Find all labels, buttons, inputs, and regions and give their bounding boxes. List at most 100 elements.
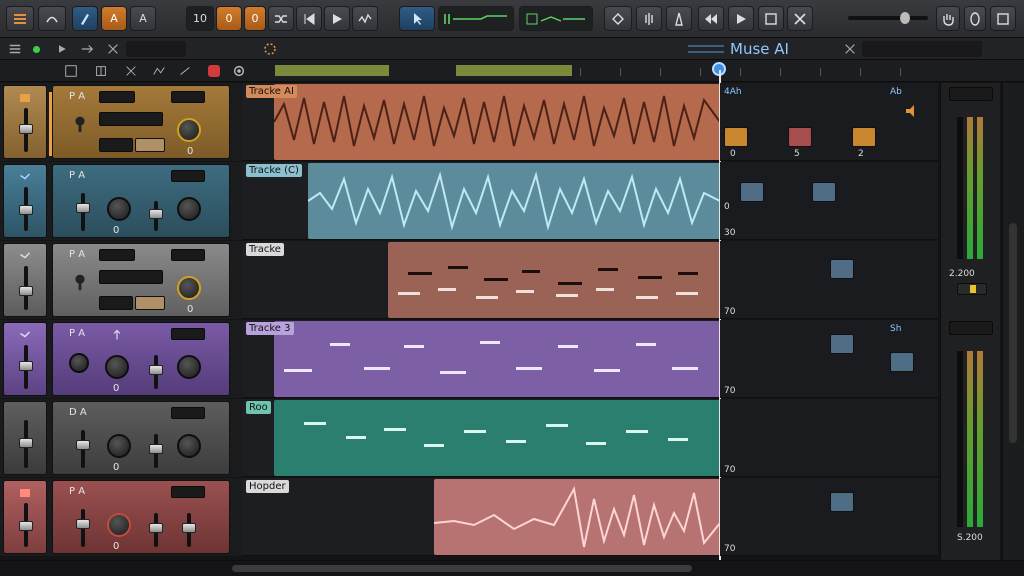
split-icon[interactable] — [106, 42, 120, 56]
lcd-toggle-button[interactable] — [964, 6, 986, 31]
pan-knob-1[interactable] — [177, 118, 201, 142]
plugin-tag-3[interactable]: P A — [69, 249, 85, 260]
pan-knob-4[interactable] — [177, 355, 201, 379]
pan-knob-2[interactable] — [177, 197, 201, 221]
arrows-icon[interactable] — [80, 42, 94, 56]
master-volume-slider[interactable] — [848, 12, 928, 24]
preset-display-6[interactable] — [171, 486, 205, 498]
bottom-scroll-thumb[interactable] — [232, 565, 692, 572]
volume-fader-cap-6[interactable] — [19, 521, 33, 531]
track-header-5[interactable]: D A 0 — [0, 399, 242, 477]
eq-icon[interactable] — [152, 64, 166, 78]
grid-icon[interactable] — [64, 64, 78, 78]
track-icon[interactable] — [94, 64, 108, 78]
pin-icon[interactable] — [111, 329, 123, 341]
preset-display-3a[interactable] — [99, 249, 135, 261]
clip-slot-1a[interactable] — [724, 127, 748, 147]
ai-sparkle-icon[interactable] — [262, 41, 278, 57]
region-name-6[interactable]: Hopder — [246, 480, 289, 493]
send-fader-cap-4[interactable] — [149, 365, 163, 375]
record-arm-button[interactable] — [758, 6, 784, 31]
rewind-button[interactable] — [698, 6, 724, 31]
clip-slot-4a[interactable] — [830, 334, 854, 354]
preset-display-1a[interactable] — [99, 91, 135, 103]
send-fader-cap-5a[interactable] — [76, 440, 90, 450]
transport-play-button[interactable] — [728, 6, 754, 31]
track-header-2[interactable]: P A 0 — [0, 162, 242, 240]
automation-button[interactable] — [352, 6, 378, 31]
send-fader-cap-2b[interactable] — [149, 209, 163, 219]
region-name-1[interactable]: Tracke AI — [246, 85, 297, 98]
volume-fader-cap-1[interactable] — [19, 124, 33, 134]
clip-slot-6[interactable] — [830, 492, 854, 512]
volume-fader-cap-2[interactable] — [19, 205, 33, 215]
window-button[interactable] — [990, 6, 1016, 31]
preset-button-1[interactable] — [135, 138, 165, 152]
clip-slot-2b[interactable] — [812, 182, 836, 202]
gain-knob-2[interactable] — [107, 197, 131, 221]
pencil-tool-button[interactable] — [72, 6, 98, 31]
search-field[interactable] — [126, 41, 186, 57]
preset-button-3[interactable] — [135, 296, 165, 310]
preset-display-4[interactable] — [171, 328, 205, 340]
param-display-1[interactable] — [99, 112, 163, 126]
clip-slot-1b[interactable] — [788, 127, 812, 147]
plugin-tag-4[interactable]: P A — [69, 328, 85, 339]
wrench-icon[interactable] — [69, 112, 91, 134]
audio-region-1[interactable] — [273, 84, 721, 160]
master-volume-thumb[interactable] — [900, 12, 910, 24]
cursor-tool-button[interactable] — [399, 6, 435, 31]
volume-fader-cap-5[interactable] — [19, 438, 33, 448]
metronome-button[interactable] — [666, 6, 692, 31]
midi-region-5[interactable] — [274, 400, 720, 476]
speaker-icon[interactable] — [904, 103, 920, 119]
right-scroll-thumb[interactable] — [1009, 223, 1017, 443]
slash-icon[interactable] — [178, 64, 192, 78]
preset-display-2[interactable] — [171, 170, 205, 182]
gain-knob-4[interactable] — [105, 355, 129, 379]
right-scrollbar[interactable] — [1002, 83, 1024, 573]
volume-fader-cap-3[interactable] — [19, 286, 33, 296]
send-fader-cap-2a[interactable] — [76, 203, 90, 213]
cycle-region-2[interactable] — [456, 65, 572, 76]
play-small-icon[interactable] — [56, 42, 68, 56]
pan-knob-3[interactable] — [177, 276, 201, 300]
fx-icon[interactable] — [124, 64, 138, 78]
clip-slot-4b[interactable] — [890, 352, 914, 372]
alert-button[interactable] — [936, 6, 960, 31]
flex-tool-button[interactable]: A — [101, 6, 127, 31]
shuffle-button[interactable] — [268, 6, 294, 31]
midi-region-4[interactable] — [274, 321, 720, 397]
clip-slot-2a[interactable] — [740, 182, 764, 202]
beat-display[interactable]: 0 — [216, 6, 242, 31]
midi-region-3[interactable] — [388, 242, 720, 318]
tempo-display[interactable] — [438, 6, 514, 31]
settings-icon[interactable] — [232, 64, 246, 78]
param-display-1c[interactable] — [99, 138, 133, 152]
menu-button[interactable] — [6, 6, 34, 31]
track-header-1[interactable]: P A 0 — [0, 83, 242, 161]
capture-button[interactable] — [787, 6, 813, 31]
preset-display-5[interactable] — [171, 407, 205, 419]
audio-region-6[interactable] — [433, 479, 721, 555]
track-header-6[interactable]: P A 0 — [0, 478, 242, 556]
plugin-tag-1[interactable]: P A — [69, 91, 85, 102]
signature-display[interactable] — [519, 6, 593, 31]
volume-fader-cap-4[interactable] — [19, 361, 33, 371]
skip-back-button[interactable] — [296, 6, 322, 31]
send-fader-cap-6c[interactable] — [182, 523, 196, 533]
tick-display[interactable]: 0 — [244, 6, 266, 31]
clip-slot-3[interactable] — [830, 259, 854, 279]
send-fader-cap-6b[interactable] — [149, 523, 163, 533]
gain-knob-5[interactable] — [107, 434, 131, 458]
meter-selector-bottom[interactable] — [949, 321, 993, 335]
loop-button[interactable] — [38, 6, 66, 31]
meter-yellow-badge[interactable] — [957, 283, 987, 295]
cycle-button[interactable] — [604, 6, 632, 31]
region-name-5[interactable]: Roo — [246, 401, 271, 414]
wrench-icon[interactable] — [69, 270, 91, 292]
list-icon[interactable] — [8, 42, 22, 56]
region-name-3[interactable]: Tracke — [246, 243, 284, 256]
bottom-scrollbar[interactable] — [0, 560, 1024, 576]
clip-slot-1c[interactable] — [852, 127, 876, 147]
